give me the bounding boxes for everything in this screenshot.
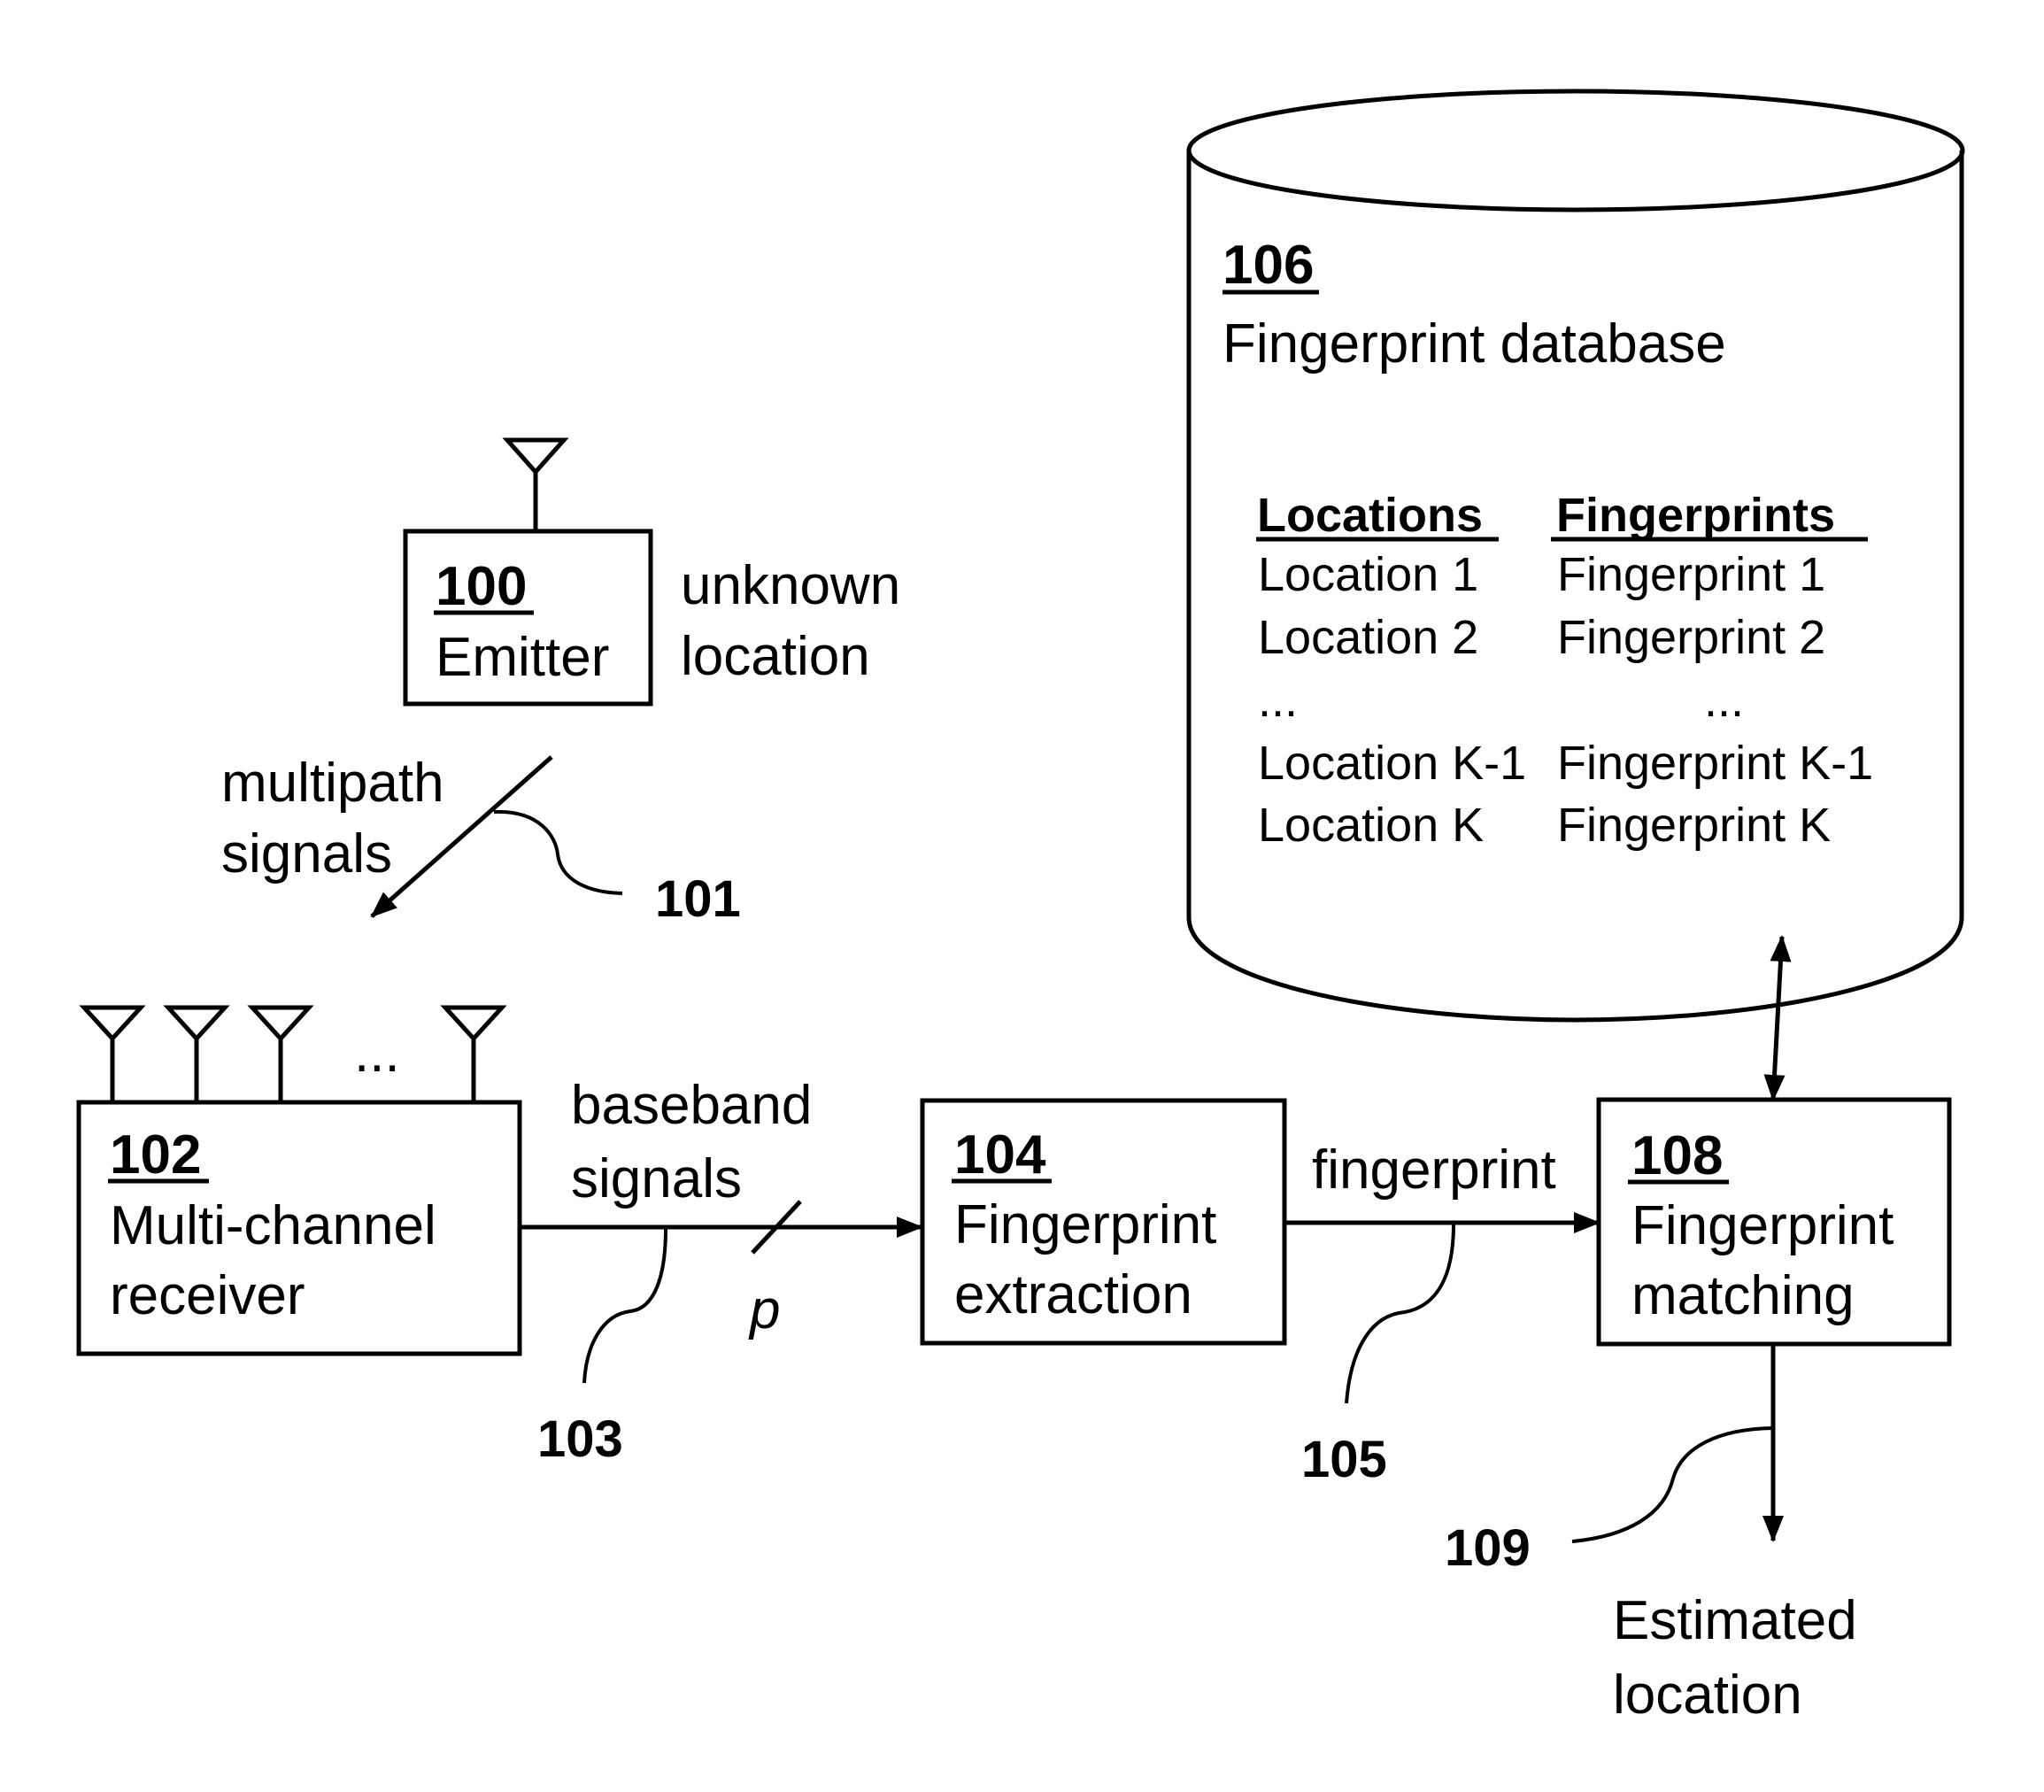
baseband-label: signals (571, 1148, 742, 1209)
leader-line-109 (1571, 1426, 1774, 1543)
database-matching-arrow (1763, 935, 1792, 1101)
emitter-number: 100 (436, 556, 527, 617)
table-cell-fingerprint: ... (1704, 674, 1744, 727)
leader-line-105 (1345, 1224, 1455, 1404)
table-cell-fingerprint: Fingerprint 1 (1557, 548, 1825, 601)
antenna-ellipsis: ... (354, 1023, 400, 1084)
fingerprint-localization-diagram: 106 Fingerprint database Locations Finge… (76, 89, 1965, 1726)
bus-width-label: p (748, 1279, 780, 1340)
reference-109: 109 (1445, 1519, 1531, 1577)
antenna-icon (247, 1005, 314, 1102)
antenna-icon (502, 437, 569, 531)
emitter-block: 100 Emitter unknown location (403, 437, 900, 707)
matching-number: 108 (1631, 1125, 1723, 1186)
table-cell-fingerprint: Fingerprint K (1557, 799, 1831, 852)
fingerprint-label: fingerprint (1312, 1139, 1556, 1201)
emitter-name: Emitter (436, 627, 609, 688)
reference-101: 101 (655, 870, 741, 928)
antenna-icon (440, 1005, 507, 1102)
extraction-name: Fingerprint (954, 1194, 1216, 1255)
multipath-label: signals (221, 823, 392, 884)
receiver-block: ... 102 Multi-channel receiver (76, 1005, 522, 1356)
antenna-icon (79, 1005, 146, 1102)
receiver-name: Multi-channel (110, 1195, 436, 1256)
table-cell-location: Location K (1258, 799, 1484, 852)
table-cell-location: ... (1258, 674, 1298, 727)
leader-line-103 (582, 1228, 667, 1384)
extraction-block: 104 Fingerprint extraction (920, 1098, 1287, 1346)
table-cell-location: Location 1 (1258, 548, 1478, 601)
reference-103: 103 (537, 1410, 623, 1468)
database-title: Fingerprint database (1223, 313, 1726, 375)
extraction-name: extraction (954, 1264, 1192, 1325)
table-cell-fingerprint: Fingerprint 2 (1557, 611, 1825, 664)
unknown-location-label: unknown (681, 555, 900, 616)
table-cell-location: Location K-1 (1258, 737, 1526, 790)
receiver-name: receiver (110, 1265, 305, 1326)
fingerprint-database: 106 Fingerprint database Locations Finge… (1186, 89, 1965, 1023)
multipath-signals: multipath signals 101 (221, 753, 741, 928)
database-number: 106 (1223, 235, 1314, 296)
antenna-icon (163, 1005, 230, 1102)
receiver-number: 102 (110, 1124, 201, 1186)
database-cylinder-top (1186, 89, 1965, 212)
estimated-location-label: location (1613, 1665, 1802, 1726)
leader-line-101 (493, 809, 623, 895)
estimated-location-label: Estimated (1613, 1590, 1857, 1651)
matching-name: matching (1631, 1265, 1855, 1326)
fingerprint-link: fingerprint 105 (1284, 1139, 1600, 1488)
column-header-fingerprints: Fingerprints (1556, 489, 1835, 542)
multipath-label: multipath (221, 753, 444, 814)
table-cell-fingerprint: Fingerprint K-1 (1557, 737, 1873, 790)
matching-block: 108 Fingerprint matching (1596, 1097, 1952, 1347)
unknown-location-label: location (681, 626, 870, 687)
matching-name: Fingerprint (1631, 1195, 1894, 1256)
extraction-number: 104 (954, 1124, 1046, 1186)
reference-105: 105 (1301, 1431, 1387, 1488)
baseband-label: baseband (571, 1075, 812, 1136)
baseband-signals: baseband signals p 103 (520, 1075, 923, 1468)
column-header-locations: Locations (1257, 489, 1483, 542)
table-cell-location: Location 2 (1258, 611, 1478, 664)
output-estimate: 109 Estimated location (1445, 1344, 1857, 1726)
